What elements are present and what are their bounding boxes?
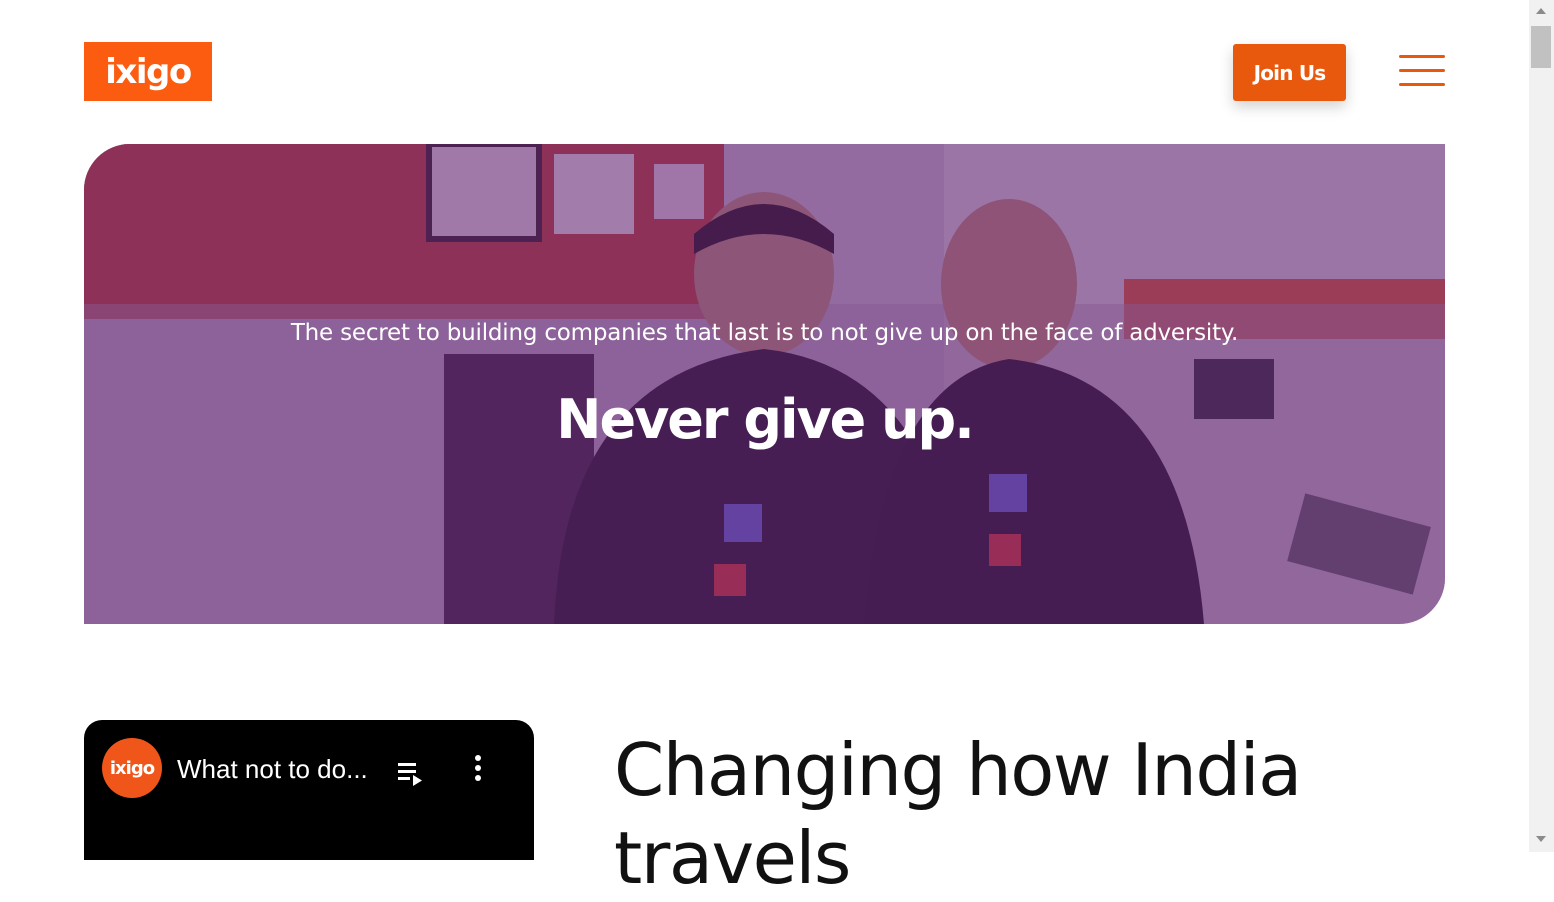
playlist-icon[interactable]	[396, 760, 424, 788]
more-vert-icon[interactable]	[472, 754, 484, 784]
vertical-scrollbar[interactable]	[1529, 0, 1554, 852]
channel-avatar[interactable]: ixigo	[102, 738, 162, 798]
video-title[interactable]: What not to do...	[177, 754, 377, 785]
youtube-video-embed[interactable]: ixigo What not to do...	[84, 720, 534, 860]
hero-banner: The secret to building companies that la…	[84, 144, 1445, 624]
scroll-up-arrow-icon[interactable]	[1536, 8, 1546, 14]
scrollbar-thumb[interactable]	[1531, 26, 1551, 68]
hero-title: Never give up.	[556, 388, 974, 451]
hero-overlay	[84, 144, 1445, 624]
ixigo-logo[interactable]: ixigo	[84, 42, 212, 101]
scroll-down-arrow-icon[interactable]	[1536, 836, 1546, 842]
hamburger-menu-icon[interactable]	[1399, 55, 1445, 87]
join-us-button[interactable]: Join Us	[1233, 44, 1346, 101]
section-heading: Changing how India travels	[614, 728, 1302, 900]
hero-subtitle: The secret to building companies that la…	[290, 320, 1239, 346]
